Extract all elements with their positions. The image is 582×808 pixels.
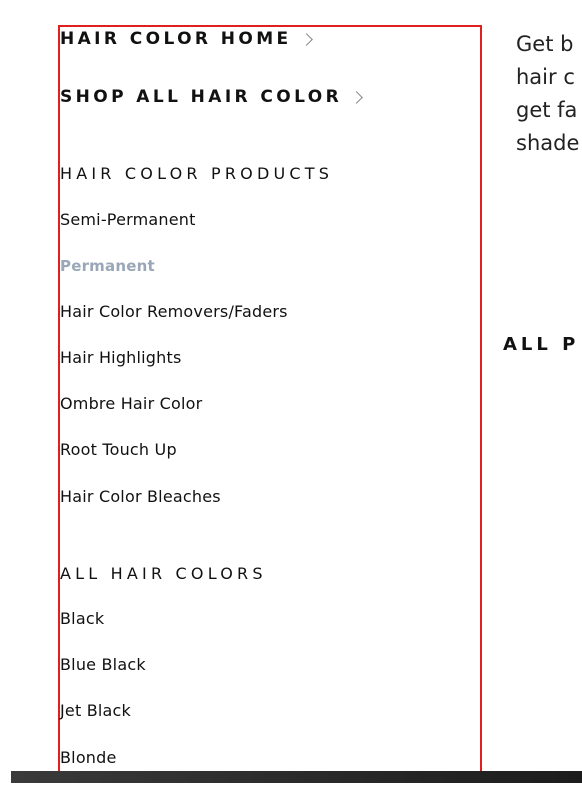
nav-item-hair-highlights[interactable]: Hair Highlights: [60, 348, 182, 367]
shop-all-hair-color-label: SHOP ALL HAIR COLOR: [60, 87, 343, 107]
nav-item-semi-permanent[interactable]: Semi-Permanent: [60, 210, 196, 229]
shop-all-hair-color-link[interactable]: SHOP ALL HAIR COLOR: [60, 87, 363, 107]
hair-color-products-heading: HAIR COLOR PRODUCTS: [60, 164, 334, 183]
intro-line: hair c: [516, 65, 575, 89]
intro-line: Get b: [516, 32, 574, 56]
hair-color-home-label: HAIR COLOR HOME: [60, 29, 292, 49]
intro-paragraph: Get b hair c get fa shade: [516, 28, 582, 160]
nav-item-hair-color-bleaches[interactable]: Hair Color Bleaches: [60, 487, 221, 506]
all-hair-colors-heading: ALL HAIR COLORS: [60, 564, 267, 583]
hair-color-nav-panel: HAIR COLOR HOME SHOP ALL HAIR COLOR HAIR…: [58, 25, 482, 782]
nav-item-jet-black[interactable]: Jet Black: [60, 701, 131, 720]
intro-line: shade: [516, 131, 580, 155]
nav-item-blonde[interactable]: Blonde: [60, 748, 117, 767]
hair-color-home-link[interactable]: HAIR COLOR HOME: [60, 29, 313, 49]
nav-item-hair-color-removers[interactable]: Hair Color Removers/Faders: [60, 302, 288, 321]
bottom-bar: [11, 771, 582, 783]
chevron-right-icon: [299, 32, 313, 46]
intro-line: get fa: [516, 98, 578, 122]
all-products-heading: ALL P: [503, 334, 580, 355]
nav-item-permanent[interactable]: Permanent: [60, 257, 155, 275]
nav-item-black[interactable]: Black: [60, 609, 104, 628]
nav-item-blue-black[interactable]: Blue Black: [60, 655, 146, 674]
chevron-right-icon: [350, 90, 363, 104]
nav-item-root-touch-up[interactable]: Root Touch Up: [60, 440, 177, 459]
nav-item-ombre-hair-color[interactable]: Ombre Hair Color: [60, 394, 202, 413]
